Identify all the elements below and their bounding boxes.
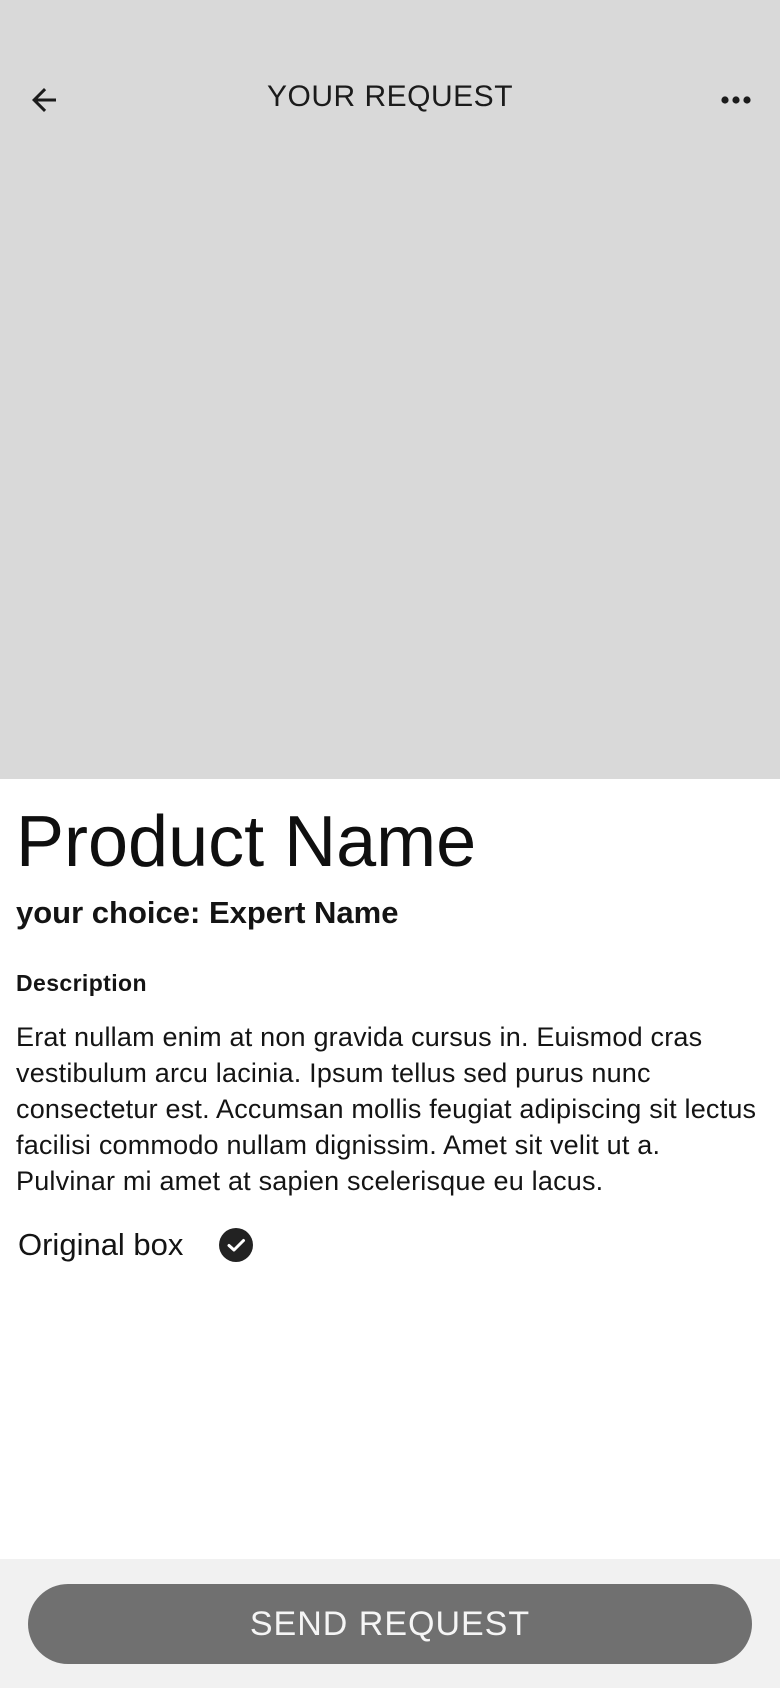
check-circle-icon — [219, 1228, 254, 1262]
expert-choice: your choice: Expert Name — [16, 894, 764, 932]
original-box-label: Original box — [18, 1227, 184, 1262]
expert-name: Expert Name — [208, 895, 399, 930]
more-horizontal-icon — [721, 96, 751, 104]
product-name: Product Name — [16, 802, 477, 882]
description-text: Erat nullam enim at non gravida cursus i… — [16, 1022, 757, 1196]
app-bar: YOUR REQUEST — [0, 60, 780, 140]
page-title: YOUR REQUEST — [266, 80, 514, 113]
expert-choice-prefix: your choice: — [16, 895, 209, 930]
original-box-row: Original box — [16, 1225, 764, 1265]
send-request-button[interactable]: SEND REQUEST — [28, 1584, 752, 1664]
description-label: Description — [16, 970, 147, 996]
product-details: Product Name your choice: Expert Name De… — [16, 800, 764, 1265]
send-request-label: SEND REQUEST — [249, 1604, 531, 1643]
bottom-action-bar: SEND REQUEST — [0, 1559, 780, 1688]
more-options-button[interactable] — [710, 76, 762, 124]
product-image-placeholder: YOUR REQUEST — [0, 0, 780, 779]
